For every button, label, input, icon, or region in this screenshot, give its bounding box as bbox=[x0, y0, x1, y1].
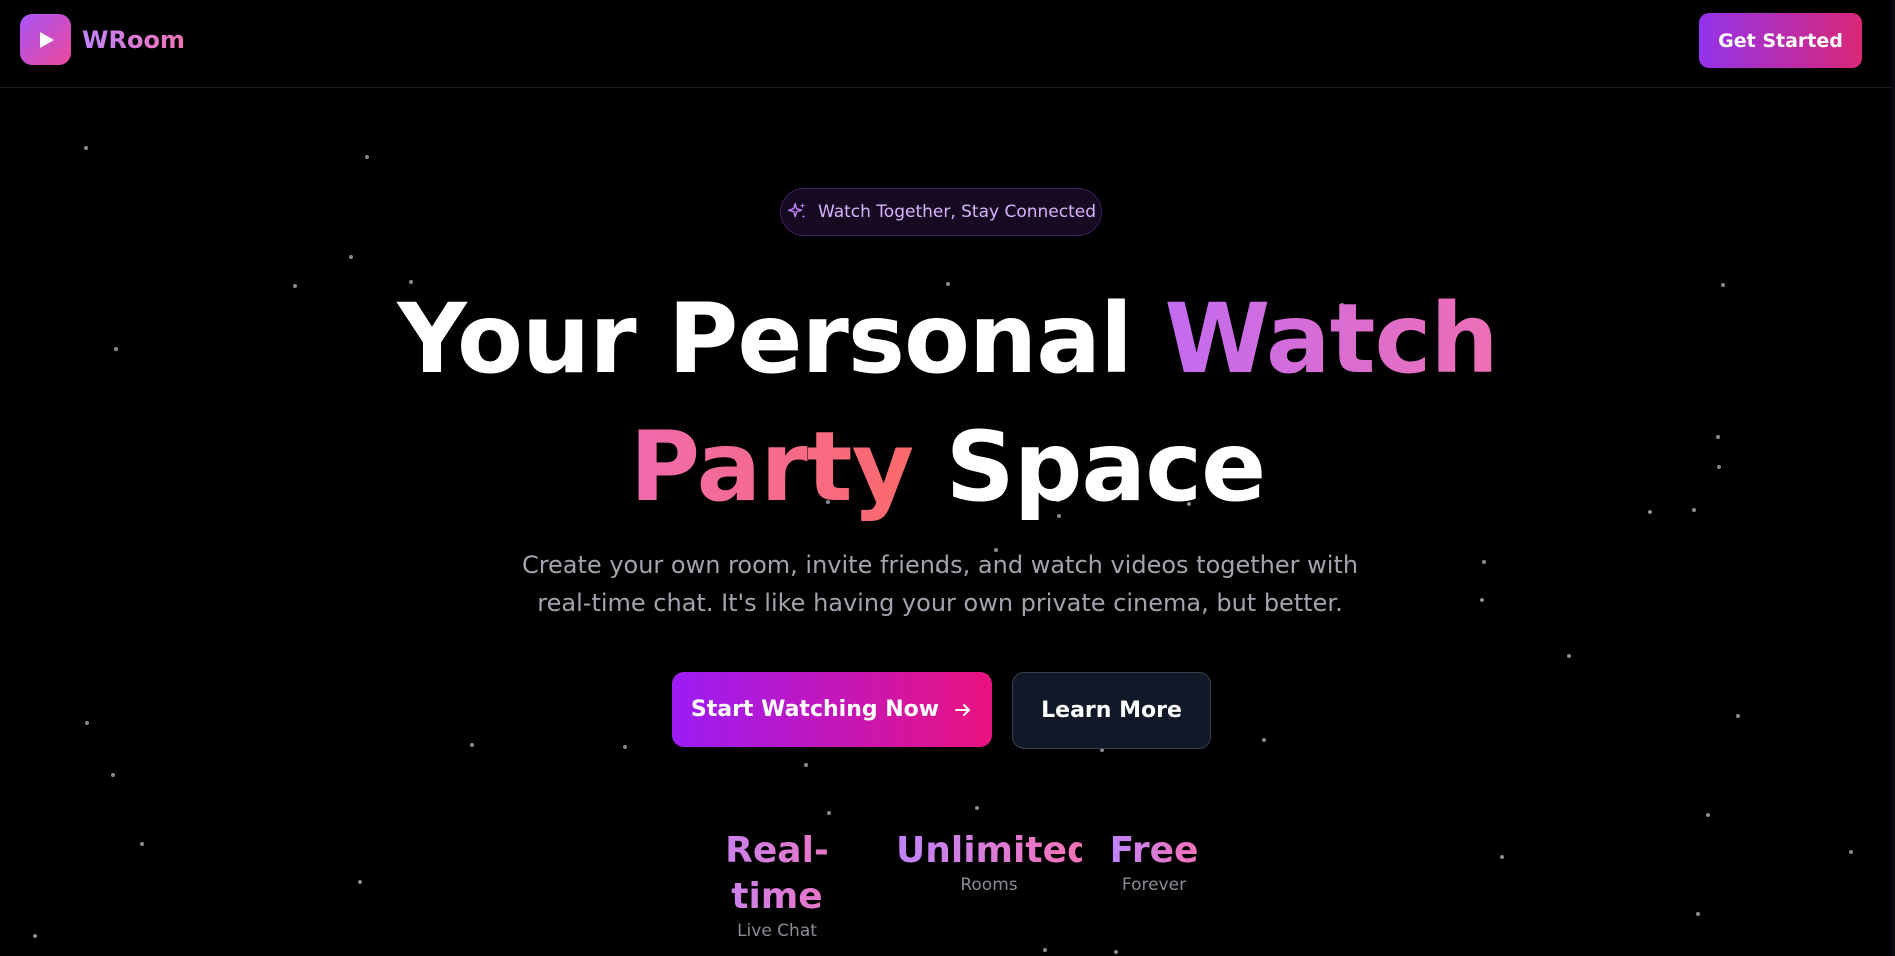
badge-text: Watch Together, Stay Connected bbox=[817, 202, 1097, 222]
headline-part1: Your Personal bbox=[397, 283, 1165, 395]
hero-headline: Your Personal Watch Party Space bbox=[0, 275, 1895, 531]
headline-highlight-party: Party bbox=[629, 411, 914, 523]
stat-value: Unlimited bbox=[896, 828, 1093, 874]
stat-label: Rooms bbox=[960, 875, 1018, 895]
star bbox=[84, 146, 88, 150]
play-icon bbox=[20, 14, 71, 65]
star bbox=[804, 763, 808, 767]
star bbox=[1567, 654, 1571, 658]
headline-highlight-watch: Watch bbox=[1164, 283, 1498, 395]
stat-unlimited: Unlimited Rooms bbox=[896, 828, 1093, 896]
star bbox=[1043, 948, 1047, 952]
arrow-right-icon bbox=[955, 703, 971, 716]
star bbox=[975, 806, 979, 810]
star bbox=[1500, 855, 1504, 859]
star bbox=[349, 255, 353, 259]
stat-value: Real-time bbox=[686, 828, 868, 920]
top-nav: WRoom Get Started bbox=[0, 0, 1895, 88]
star bbox=[1849, 850, 1853, 854]
star bbox=[358, 880, 362, 884]
star bbox=[1706, 813, 1710, 817]
hero-subtitle: Create your own room, invite friends, an… bbox=[521, 551, 1359, 617]
star bbox=[1480, 598, 1484, 602]
cta-row: Start Watching Now Learn More bbox=[0, 672, 1895, 749]
learn-more-button[interactable]: Learn More bbox=[1012, 672, 1211, 749]
brand[interactable]: WRoom bbox=[20, 14, 185, 65]
star bbox=[1482, 560, 1486, 564]
star bbox=[33, 934, 37, 938]
star bbox=[1696, 912, 1700, 916]
star bbox=[827, 811, 831, 815]
stat-label: Forever bbox=[1121, 875, 1187, 895]
sparkles-icon bbox=[787, 202, 806, 219]
star bbox=[111, 773, 115, 777]
get-started-button[interactable]: Get Started bbox=[1699, 13, 1862, 68]
headline-part2: Space bbox=[913, 411, 1267, 523]
star bbox=[140, 842, 144, 846]
start-watching-button[interactable]: Start Watching Now bbox=[672, 672, 992, 747]
stat-label: Live Chat bbox=[737, 921, 817, 941]
star bbox=[365, 155, 369, 159]
tagline-badge: Watch Together, Stay Connected bbox=[780, 188, 1102, 236]
stat-value: Free bbox=[1108, 828, 1200, 874]
landing-page: WRoom Get Started Watch Together, Stay C… bbox=[0, 0, 1895, 956]
brand-name: WRoom bbox=[82, 25, 185, 54]
stat-free: Free Forever bbox=[1108, 828, 1200, 896]
start-watching-label: Start Watching Now bbox=[690, 697, 940, 722]
scrollbar[interactable] bbox=[1891, 0, 1895, 956]
star bbox=[1114, 950, 1118, 954]
stat-realtime: Real-time Live Chat bbox=[686, 828, 868, 942]
